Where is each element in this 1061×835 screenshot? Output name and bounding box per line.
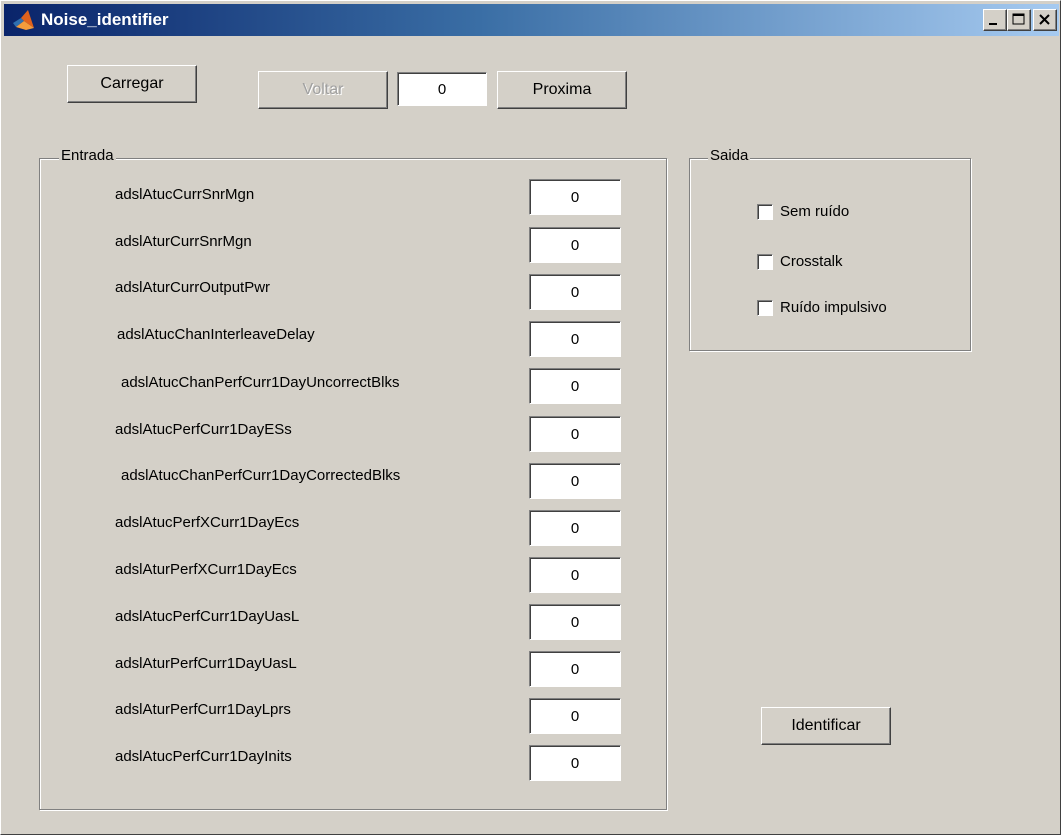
load-button[interactable]: Carregar — [67, 65, 197, 103]
maximize-icon — [1012, 13, 1025, 25]
saida-title: Saida — [708, 147, 751, 164]
entrada-value-field[interactable]: 0 — [529, 416, 621, 452]
option-label: Ruído impulsivo — [780, 299, 887, 316]
entrada-value-field[interactable]: 0 — [529, 557, 621, 593]
option-sem-ruido[interactable]: Sem ruído — [757, 203, 849, 220]
window-controls — [983, 9, 1057, 31]
entrada-row-label: adslAturPerfXCurr1DayEcs — [115, 561, 297, 578]
entrada-value-field[interactable]: 0 — [529, 227, 621, 263]
minimize-button[interactable] — [983, 9, 1007, 31]
entrada-row-label: adslAturCurrOutputPwr — [115, 279, 271, 296]
entrada-value-field[interactable]: 0 — [529, 604, 621, 640]
entrada-row-label: adslAtucChanInterleaveDelay — [117, 326, 315, 343]
identify-button[interactable]: Identificar — [761, 707, 891, 745]
option-crosstalk[interactable]: Crosstalk — [757, 253, 843, 270]
option-label: Sem ruído — [780, 203, 850, 220]
minimize-icon — [989, 23, 997, 25]
option-ruido-impulsivo[interactable]: Ruído impulsivo — [757, 299, 887, 316]
entrada-value-field[interactable]: 0 — [529, 745, 621, 781]
entrada-row-label: adslAtucCurrSnrMgn — [115, 186, 255, 203]
option-label: Crosstalk — [780, 253, 843, 270]
entrada-value-field[interactable]: 0 — [529, 368, 621, 404]
window-title: Noise_identifier — [41, 10, 169, 29]
entrada-row-label: adslAtucChanPerfCurr1DayUncorrectBlks — [121, 374, 400, 391]
entrada-row-label: adslAtucPerfXCurr1DayEcs — [115, 514, 300, 531]
entrada-value-field[interactable]: 0 — [529, 274, 621, 310]
sem-ruido-checkbox[interactable] — [757, 203, 773, 220]
ruido-impulsivo-checkbox[interactable] — [757, 299, 773, 316]
entrada-title: Entrada — [59, 147, 116, 164]
entrada-row-label: adslAturPerfCurr1DayUasL — [115, 655, 297, 672]
entrada-value-field[interactable]: 0 — [529, 510, 621, 546]
close-icon — [1039, 14, 1050, 25]
entrada-value-field[interactable]: 0 — [529, 651, 621, 687]
entrada-value-field[interactable]: 0 — [529, 463, 621, 499]
crosstalk-checkbox[interactable] — [757, 253, 773, 270]
main-window: Noise_identifier Carregar Voltar 0 Proxi… — [0, 0, 1061, 835]
index-field[interactable]: 0 — [397, 72, 487, 106]
entrada-row-label: adslAtucChanPerfCurr1DayCorrectedBlks — [121, 467, 401, 484]
entrada-value-field[interactable]: 0 — [529, 698, 621, 734]
next-button[interactable]: Proxima — [497, 71, 627, 109]
entrada-row-label: adslAtucPerfCurr1DayUasL — [115, 608, 300, 625]
title-bar[interactable]: Noise_identifier — [4, 4, 1059, 36]
close-button[interactable] — [1033, 9, 1057, 31]
maximize-button[interactable] — [1007, 9, 1031, 31]
entrada-value-field[interactable]: 0 — [529, 321, 621, 357]
matlab-logo-icon — [13, 10, 34, 30]
entrada-row-label: adslAturPerfCurr1DayLprs — [115, 701, 291, 718]
entrada-value-field[interactable]: 0 — [529, 179, 621, 215]
entrada-row-label: adslAtucPerfCurr1DayInits — [115, 748, 292, 765]
entrada-row-label: adslAtucPerfCurr1DayESs — [115, 421, 292, 438]
back-button[interactable]: Voltar — [258, 71, 388, 109]
entrada-row-label: adslAturCurrSnrMgn — [115, 233, 252, 250]
